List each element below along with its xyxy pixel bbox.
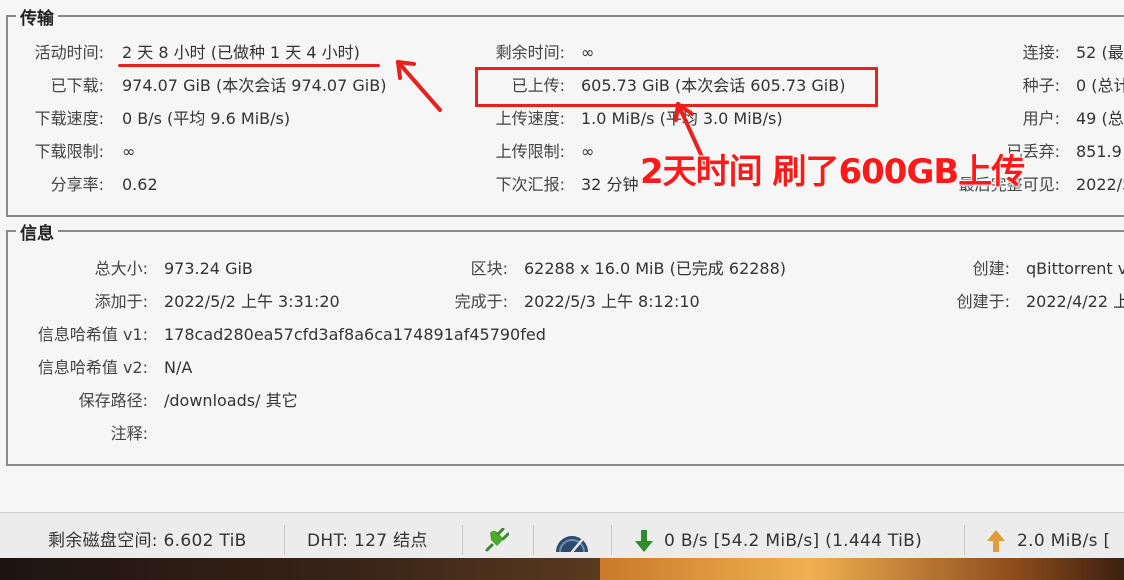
- info-legend: 信息: [16, 219, 58, 244]
- downloaded-value: 974.07 GiB (本次会话 974.07 GiB): [122, 76, 387, 95]
- dht-status: DHT: 127 结点: [307, 531, 428, 551]
- last-complete-value: 2022/5: [1076, 175, 1124, 194]
- upload-limit-label: 上传限制:: [495, 142, 565, 161]
- hash-v1-value[interactable]: 178cad280ea57cfd3af8a6ca174891af45790fed: [164, 325, 546, 345]
- added-on-label: 添加于:: [94, 292, 148, 311]
- annotation-arrow-left: [396, 60, 442, 112]
- hash-v2-value: N/A: [164, 358, 193, 377]
- seeds-value: 0 (总计: [1076, 76, 1124, 95]
- share-ratio-label: 分享率:: [50, 175, 104, 194]
- peers-label: 用户:: [1022, 109, 1060, 128]
- peers-value: 49 (总: [1076, 109, 1124, 128]
- desktop-background-strip: [0, 558, 1124, 580]
- downloaded-label: 已下载:: [50, 76, 104, 95]
- connections-label: 连接:: [1022, 43, 1060, 62]
- created-on-label: 创建于:: [956, 292, 1010, 311]
- separator: [462, 525, 463, 555]
- active-time-underline: [118, 64, 380, 67]
- completed-on-label: 完成于:: [454, 292, 508, 311]
- separator: [533, 525, 534, 555]
- wasted-value: 851.9: [1076, 142, 1122, 161]
- background-image-right: [600, 558, 1124, 580]
- arrow-down-icon: [635, 530, 653, 552]
- comment-label: 注释:: [110, 424, 148, 443]
- share-ratio-value: 0.62: [122, 175, 158, 194]
- active-time-value: 2 天 8 小时 (已做种 1 天 4 小时): [122, 43, 360, 62]
- upload-limit-value: ∞: [581, 142, 595, 161]
- download-status: 0 B/s [54.2 MiB/s] (1.444 TiB): [664, 531, 923, 551]
- plug-icon[interactable]: [483, 528, 509, 554]
- upload-speed-label: 上传速度:: [495, 109, 565, 128]
- connections-value: 52 (最: [1076, 43, 1124, 62]
- added-on-value: 2022/5/2 上午 3:31:20: [164, 292, 340, 311]
- upload-status: 2.0 MiB/s [: [1017, 531, 1111, 551]
- created-on-value: 2022/4/22 上: [1026, 292, 1124, 311]
- completed-on-value: 2022/5/3 上午 8:12:10: [524, 292, 700, 311]
- download-speed-value: 0 B/s (平均 9.6 MiB/s): [122, 109, 291, 128]
- save-path-label: 保存路径:: [78, 391, 148, 410]
- separator: [964, 525, 965, 555]
- arrow-up-icon: [987, 530, 1005, 552]
- eta-value: ∞: [581, 43, 595, 62]
- seeds-label: 种子:: [1022, 76, 1060, 95]
- separator: [611, 525, 612, 555]
- active-time-label: 活动时间:: [34, 43, 104, 62]
- hash-v2-label: 信息哈希值 v2:: [37, 358, 148, 377]
- created-by-label: 创建:: [972, 259, 1010, 278]
- created-by-value: qBittorrent v: [1026, 259, 1124, 278]
- total-size-label: 总大小:: [94, 259, 148, 278]
- download-limit-value: ∞: [122, 142, 136, 161]
- speedometer-icon[interactable]: [554, 530, 590, 554]
- annotation-text: 2天时间 刷了600GB上传: [639, 151, 1026, 193]
- reannounce-label: 下次汇报:: [495, 175, 565, 194]
- download-speed-label: 下载速度:: [34, 109, 104, 128]
- transfer-legend: 传输: [16, 4, 58, 29]
- free-space-status: 剩余磁盘空间: 6.602 TiB: [48, 531, 247, 551]
- pieces-label: 区块:: [470, 259, 508, 278]
- hash-v1-label: 信息哈希值 v1:: [37, 325, 148, 344]
- reannounce-value: 32 分钟: [581, 175, 639, 194]
- pieces-value: 62288 x 16.0 MiB (已完成 62288): [524, 259, 787, 278]
- background-image-left: [0, 558, 600, 580]
- separator: [284, 525, 285, 555]
- eta-label: 剩余时间:: [495, 43, 565, 62]
- total-size-value: 973.24 GiB: [164, 259, 253, 278]
- download-limit-label: 下载限制:: [34, 142, 104, 161]
- save-path-value[interactable]: /downloads/ 其它: [164, 391, 298, 411]
